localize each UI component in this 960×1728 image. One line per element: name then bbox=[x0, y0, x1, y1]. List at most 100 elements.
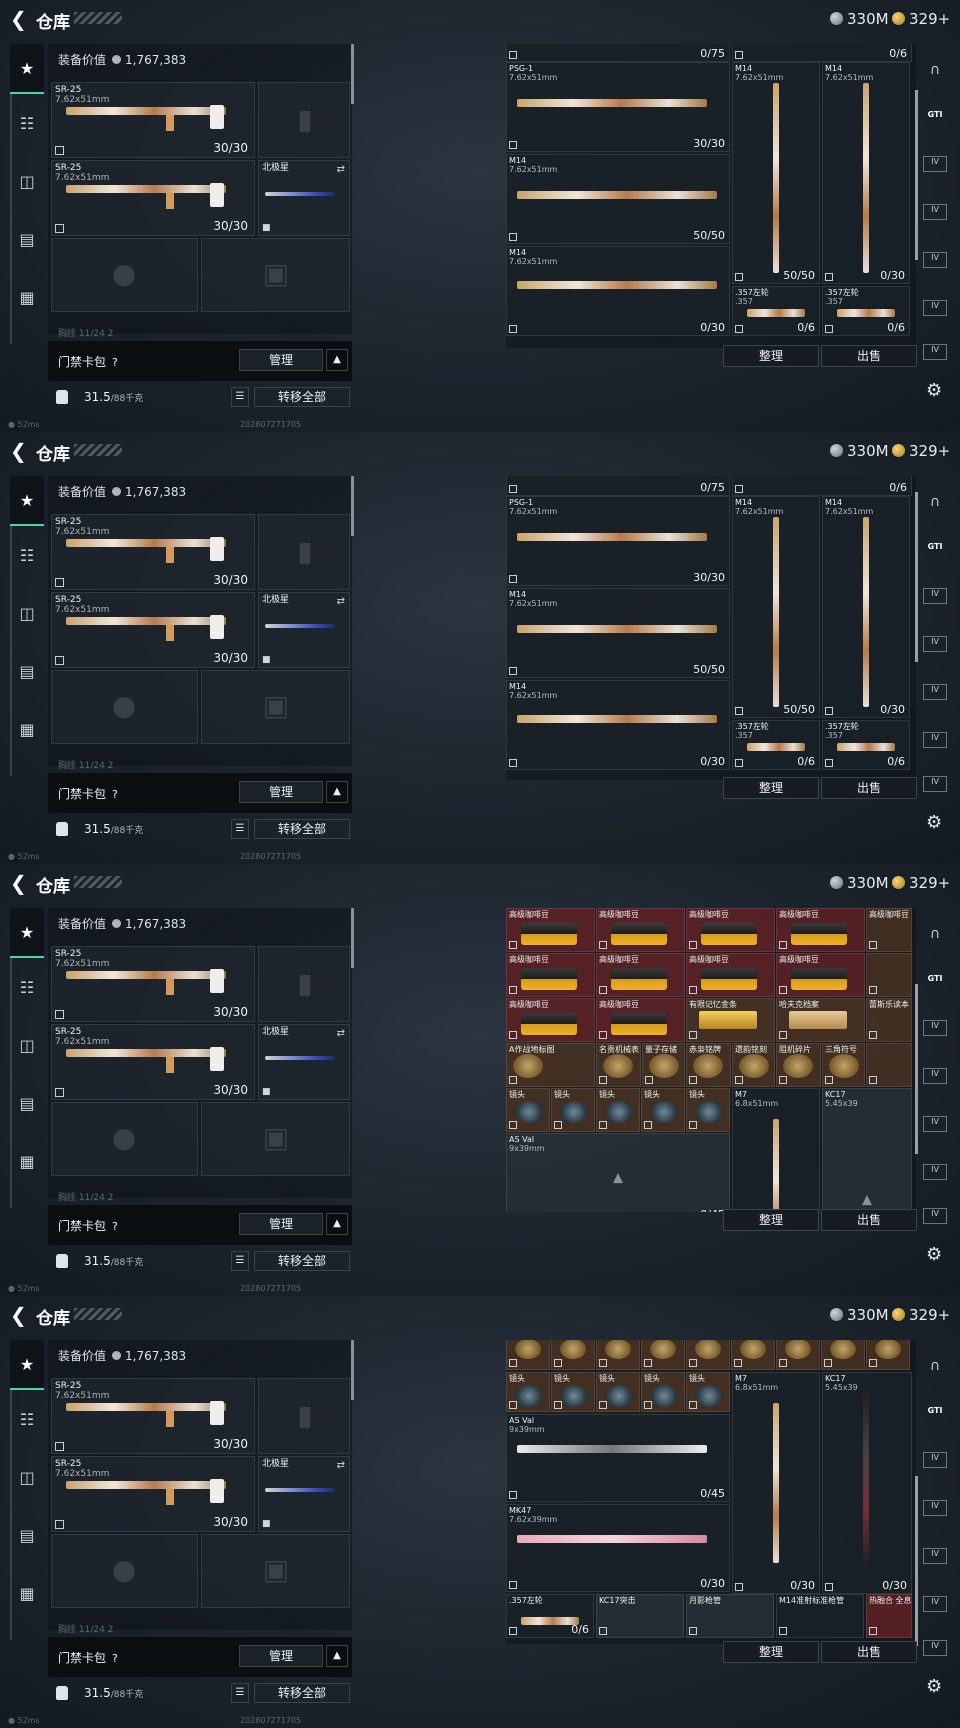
tab-3-icon[interactable]: IV bbox=[923, 684, 947, 700]
tab-gti-icon[interactable]: GTI bbox=[923, 110, 947, 124]
nav-case-icon[interactable]: ▦ bbox=[10, 272, 44, 322]
attachment-item[interactable]: 0/6 bbox=[732, 44, 912, 62]
weapon-kc17[interactable]: KC17 5.45x39 ▲ bbox=[822, 1088, 912, 1212]
tab-2-icon[interactable]: IV bbox=[923, 1068, 947, 1084]
valuable[interactable]: 名贵机械表 bbox=[596, 1043, 641, 1087]
barrel-attachment[interactable]: 月影枪管 bbox=[686, 1594, 774, 1638]
weapon-m7[interactable]: M7 6.8x51mm 0/30 bbox=[732, 1372, 820, 1594]
coffee-beans[interactable]: 高级咖啡豆 bbox=[506, 953, 595, 997]
sort-button[interactable]: 整理 bbox=[723, 1641, 819, 1663]
valuable[interactable]: 三角符号 bbox=[822, 1043, 865, 1087]
valuable[interactable] bbox=[506, 1340, 550, 1370]
tab-gti-icon[interactable]: GTI bbox=[923, 1406, 947, 1420]
sell-button[interactable]: 出售 bbox=[821, 1641, 917, 1663]
barrel-attachment[interactable]: M14准射标准枪管 bbox=[776, 1594, 864, 1638]
primary-weapon-slot[interactable]: SR-25 7.62x51mm 30/30 bbox=[51, 1378, 255, 1454]
loadout-scrollbar[interactable] bbox=[351, 908, 354, 968]
gold-bar[interactable]: 有限记忆金条 bbox=[686, 998, 775, 1042]
nav-armor-icon[interactable]: ◫ bbox=[10, 588, 44, 638]
scope[interactable]: 镜头 bbox=[596, 1088, 640, 1132]
list-icon[interactable]: ☰ bbox=[231, 387, 249, 407]
weapon-m14-vertical[interactable]: M14 7.62x51mm 50/50 bbox=[732, 62, 820, 284]
revolver[interactable]: .357左轮 .357 0/6 bbox=[732, 286, 820, 336]
tab-5-icon[interactable]: IV bbox=[923, 344, 947, 360]
weapon-psg1[interactable]: PSG-1 7.62x51mm 30/30 bbox=[506, 496, 730, 586]
list-icon[interactable]: ☰ bbox=[231, 1251, 249, 1271]
back-icon[interactable]: ❮ bbox=[10, 1305, 28, 1325]
gold-currency[interactable]: 329+ bbox=[892, 10, 950, 28]
coffee-beans[interactable]: 高级咖啡豆 bbox=[686, 953, 775, 997]
valuable[interactable]: 阻机碎片 bbox=[776, 1043, 821, 1087]
tab-1-icon[interactable]: IV bbox=[923, 1020, 947, 1036]
valuable[interactable] bbox=[866, 1340, 910, 1370]
melee-slot[interactable]: 北极星 ⇄ ■ bbox=[258, 1024, 350, 1100]
sort-button[interactable]: 整理 bbox=[723, 1209, 819, 1231]
back-icon[interactable]: ❮ bbox=[10, 9, 28, 29]
helmet-slot[interactable]: ● bbox=[51, 670, 198, 744]
swap-icon[interactable]: ⇄ bbox=[337, 1028, 345, 1039]
weapon-m14-vertical[interactable]: M14 7.62x51mm 0/30 bbox=[822, 496, 910, 718]
coffee-beans[interactable]: 高级咖啡豆 bbox=[776, 908, 865, 952]
weapon-mk47[interactable]: MK47 7.62x39mm 0/30 bbox=[506, 1504, 730, 1592]
nav-backpack-icon[interactable]: ▤ bbox=[10, 646, 44, 696]
coffee-beans[interactable]: 高级咖啡豆 bbox=[596, 998, 685, 1042]
coffee-beans[interactable]: 高级咖啡豆 bbox=[596, 953, 685, 997]
move-all-button[interactable]: 转移全部 bbox=[254, 387, 350, 407]
scope[interactable]: 镜头 bbox=[686, 1088, 730, 1132]
sell-button[interactable]: 出售 bbox=[821, 345, 917, 367]
gear-icon[interactable]: ⚙ bbox=[926, 812, 942, 833]
silver-currency[interactable]: 330M bbox=[830, 1306, 889, 1324]
weapon-m14-vertical[interactable]: M14 7.62x51mm 0/30 bbox=[822, 62, 910, 284]
move-all-button[interactable]: 转移全部 bbox=[254, 1251, 350, 1271]
armor-slot[interactable]: ▣ bbox=[201, 238, 350, 312]
nav-backpack-icon[interactable]: ▤ bbox=[10, 1078, 44, 1128]
item[interactable] bbox=[866, 953, 912, 997]
gear-icon[interactable]: ⚙ bbox=[926, 1676, 942, 1697]
tab-4-icon[interactable]: IV bbox=[923, 300, 947, 316]
valuable[interactable] bbox=[641, 1340, 685, 1370]
secondary-weapon-slot[interactable]: SR-25 7.62x51mm 30/30 bbox=[51, 1024, 255, 1100]
coffee-beans[interactable]: 高级咖啡豆 bbox=[506, 998, 595, 1042]
valuable[interactable]: A作战地标图 bbox=[506, 1043, 595, 1087]
valuable[interactable]: 遗韵铭刻 bbox=[732, 1043, 775, 1087]
coffee-beans[interactable]: 高级咖啡豆 bbox=[686, 908, 775, 952]
tab-1-icon[interactable]: IV bbox=[923, 588, 947, 604]
item[interactable] bbox=[866, 1043, 912, 1087]
manage-button[interactable]: 管理 bbox=[239, 1213, 323, 1235]
nav-case-icon[interactable]: ▦ bbox=[10, 1136, 44, 1186]
help-icon[interactable]: ? bbox=[112, 1652, 118, 1665]
armor-slot[interactable]: ▣ bbox=[201, 1534, 350, 1608]
nav-weapon-icon[interactable]: ★ bbox=[10, 44, 44, 94]
gold-currency[interactable]: 329+ bbox=[892, 1306, 950, 1324]
valuable[interactable] bbox=[551, 1340, 595, 1370]
scope[interactable]: 镜头 bbox=[641, 1088, 685, 1132]
help-icon[interactable]: ? bbox=[112, 788, 118, 801]
nav-case-icon[interactable]: ▦ bbox=[10, 704, 44, 754]
primary-weapon-slot[interactable]: SR-25 7.62x51mm 30/30 bbox=[51, 514, 255, 590]
nav-armor-icon[interactable]: ◫ bbox=[10, 1452, 44, 1502]
manage-button[interactable]: 管理 bbox=[239, 349, 323, 371]
tab-home-icon[interactable]: ∩ bbox=[923, 62, 947, 78]
book[interactable]: 蕾斯乐读本 bbox=[866, 998, 912, 1042]
primary-weapon-slot[interactable]: SR-25 7.62x51mm 30/30 bbox=[51, 82, 255, 158]
melee-slot[interactable]: 北极星 ⇄ ■ bbox=[258, 160, 350, 236]
silver-currency[interactable]: 330M bbox=[830, 874, 889, 892]
coffee-beans[interactable]: 高级咖啡豆 bbox=[776, 953, 865, 997]
scope[interactable]: 镜头 bbox=[596, 1372, 640, 1412]
scope[interactable]: 镜头 bbox=[641, 1372, 685, 1412]
tab-gti-icon[interactable]: GTI bbox=[923, 974, 947, 988]
gear-icon[interactable]: ⚙ bbox=[926, 1244, 942, 1265]
tab-4-icon[interactable]: IV bbox=[923, 1164, 947, 1180]
weapon-m14[interactable]: M14 7.62x51mm 50/50 bbox=[506, 154, 730, 244]
tab-4-icon[interactable]: IV bbox=[923, 732, 947, 748]
valuable[interactable] bbox=[686, 1340, 730, 1370]
tab-5-icon[interactable]: IV bbox=[923, 1208, 947, 1224]
scope[interactable]: 镜头 bbox=[551, 1372, 595, 1412]
scope[interactable]: 镜头 bbox=[506, 1372, 550, 1412]
loadout-scrollbar[interactable] bbox=[351, 44, 354, 104]
pistol-slot[interactable]: ▮ bbox=[258, 1378, 350, 1454]
valuable[interactable] bbox=[596, 1340, 640, 1370]
weapon-asval[interactable]: AS Val 9x39mm 0/45 bbox=[506, 1414, 730, 1502]
manage-button[interactable]: 管理 bbox=[239, 781, 323, 803]
weapon-m14[interactable]: M14 7.62x51mm 0/30 bbox=[506, 680, 730, 770]
